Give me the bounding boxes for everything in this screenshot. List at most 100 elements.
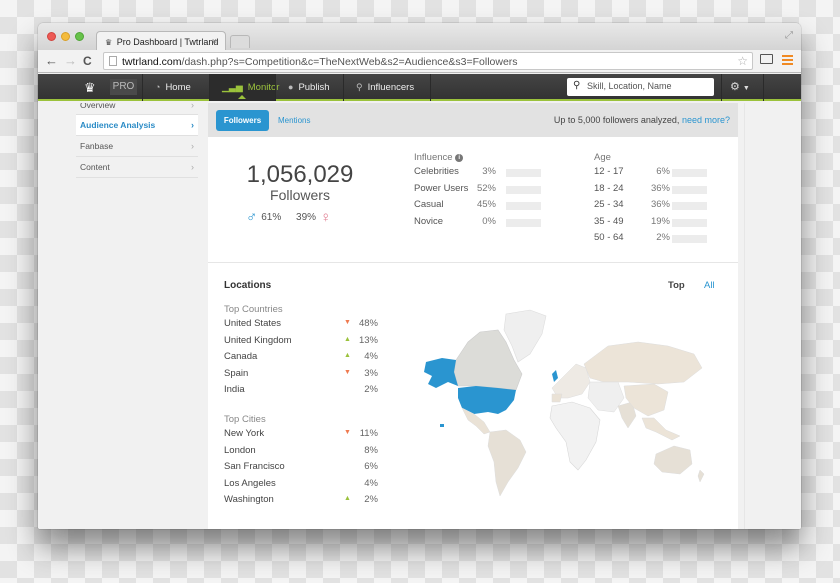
tab-followers[interactable]: Followers (216, 110, 269, 131)
sidebar-item-overview[interactable]: Overview › (76, 103, 198, 115)
forward-arrow-icon[interactable]: → (64, 53, 77, 68)
sidebar-item-content[interactable]: Content › (76, 157, 198, 178)
influence-row-label: Power Users (414, 182, 469, 194)
age-row: 50 - 64 2% (594, 232, 734, 249)
sidebar-item-label: Fanbase (80, 141, 114, 151)
age-row-label: 25 - 34 (594, 199, 624, 210)
influence-row-label: Novice (414, 215, 444, 227)
nav-influencers[interactable]: ⚲ Influencers (343, 74, 431, 101)
url-path: /dash.php?s=Competition&c=TheNextWeb&s2=… (181, 56, 518, 68)
map-southeast-asia[interactable] (641, 417, 681, 441)
influence-row-pct: 0% (482, 215, 496, 227)
main-panel: Followers Mentions Up to 5,000 followers… (208, 103, 738, 529)
city-row-pct: 11% (359, 428, 378, 439)
age-row-bar-track (672, 202, 707, 210)
locations-section: Locations Top All Top Countries United S… (208, 264, 738, 529)
tab-mentions[interactable]: Mentions (278, 110, 310, 131)
map-spain[interactable] (551, 393, 563, 403)
analyzed-text: Up to 5,000 followers analyzed, (553, 115, 680, 125)
city-row[interactable]: Los Angeles 4% (224, 478, 384, 495)
city-row[interactable]: New York ▼ 11% (224, 428, 384, 445)
influence-row-pct: 52% (476, 182, 496, 194)
hamburger-menu-icon[interactable] (782, 55, 793, 67)
map-uk[interactable] (552, 370, 558, 382)
city-row[interactable]: Washington ▲ 2% (224, 494, 384, 511)
top-countries-list: Top Countries United States ▼ 48% United Ki… (224, 304, 384, 401)
nav-home-label: Home (165, 82, 191, 93)
country-row-pct: 48% (358, 318, 378, 329)
pro-badge: PRO (110, 79, 137, 95)
city-row-pct: 2% (364, 494, 378, 505)
map-africa[interactable] (549, 401, 601, 471)
twtrland-crown-icon: ♛ (105, 38, 113, 47)
city-row[interactable]: San Francisco 6% (224, 461, 384, 478)
age-breakdown: Age 12 - 17 6% 18 - 24 36% 25 - 34 36% 35 - 49… (594, 152, 734, 249)
info-icon[interactable]: i (455, 154, 464, 162)
dashboard-icon: ◔ (155, 82, 161, 92)
twtrland-logo-icon[interactable]: ♛ (84, 80, 96, 96)
age-row: 25 - 34 36% (594, 199, 734, 216)
toggle-top[interactable]: Top (668, 280, 685, 291)
country-row[interactable]: Canada ▲ 4% (224, 351, 384, 368)
caret-down-icon: ▼ (742, 85, 750, 92)
age-row-pct: 6% (656, 166, 670, 177)
tab-close-icon[interactable]: × (212, 36, 217, 46)
minimize-window-button[interactable] (61, 32, 70, 41)
reload-icon[interactable]: C (83, 54, 92, 68)
settings-menu-button[interactable]: ⚙ ▼ (721, 74, 764, 101)
map-alaska[interactable] (424, 358, 458, 388)
top-countries-title: Top Countries (224, 304, 283, 315)
back-arrow-icon[interactable]: ← (45, 53, 58, 68)
influence-row-label: Celebrities (414, 166, 459, 177)
female-pct: 39% (296, 212, 317, 224)
world-map[interactable] (418, 302, 708, 502)
influence-row-pct: 45% (476, 199, 496, 210)
nav-publish[interactable]: ● Publish (275, 74, 343, 101)
page-icon (109, 56, 117, 66)
map-russia[interactable] (583, 341, 703, 385)
new-tab-button[interactable] (230, 35, 250, 48)
content-area: Overview › Audience Analysis › Fanbase ›… (38, 103, 801, 529)
url-host: twtrland.com (122, 56, 182, 68)
nav-home[interactable]: ◔ Home (142, 74, 209, 101)
search-input[interactable]: ⚲ Skill, Location, Name (567, 78, 714, 96)
chevron-right-icon: › (191, 120, 194, 130)
map-usa[interactable] (458, 386, 516, 414)
fullscreen-icon[interactable]: ⤢ (785, 30, 793, 41)
country-row[interactable]: Spain ▼ 3% (224, 368, 384, 385)
followers-count: 1,056,029 (246, 161, 354, 188)
address-bar[interactable]: twtrland.com/dash.php?s=Competition&c=Th… (103, 52, 753, 70)
map-australia[interactable] (653, 445, 693, 475)
city-row-name: New York (224, 428, 265, 439)
map-new-zealand[interactable] (697, 469, 705, 483)
close-window-button[interactable] (47, 32, 56, 41)
cast-icon[interactable] (760, 54, 773, 64)
chevron-right-icon: › (191, 103, 194, 110)
sidebar-item-fanbase[interactable]: Fanbase › (76, 136, 198, 157)
bookmark-star-icon[interactable]: ☆ (737, 54, 748, 68)
map-south-america[interactable] (487, 429, 527, 497)
city-row[interactable]: London 8% (224, 445, 384, 462)
analyzed-note: Up to 5,000 followers analyzed, need mor… (554, 110, 730, 131)
map-europe[interactable] (551, 363, 591, 399)
country-row[interactable]: India 2% (224, 384, 384, 401)
city-row-name: London (224, 444, 256, 456)
influence-row-label: Casual (414, 199, 444, 210)
country-row-pct: 13% (358, 334, 378, 346)
map-hawaii[interactable] (440, 424, 444, 427)
influence-title: Influence i (414, 152, 554, 163)
toggle-all[interactable]: All (704, 280, 715, 291)
right-gutter (744, 103, 801, 529)
zoom-window-button[interactable] (75, 32, 84, 41)
browser-window: ♛ Pro Dashboard | Twtrland × ⤢ ← → C twt… (38, 23, 801, 529)
city-row-name: San Francisco (224, 461, 285, 472)
influence-row-pct: 3% (482, 166, 496, 177)
browser-tab[interactable]: ♛ Pro Dashboard | Twtrland × (96, 31, 226, 50)
need-more-link[interactable]: need more? (682, 115, 730, 125)
age-title: Age (594, 152, 611, 163)
country-row[interactable]: United Kingdom ▲ 13% (224, 335, 384, 352)
age-row: 18 - 24 36% (594, 183, 734, 200)
browser-toolbar: ← → C twtrland.com/dash.php?s=Competitio… (38, 50, 801, 73)
country-row[interactable]: United States ▼ 48% (224, 318, 384, 335)
sidebar-item-audience-analysis[interactable]: Audience Analysis › (76, 115, 198, 136)
